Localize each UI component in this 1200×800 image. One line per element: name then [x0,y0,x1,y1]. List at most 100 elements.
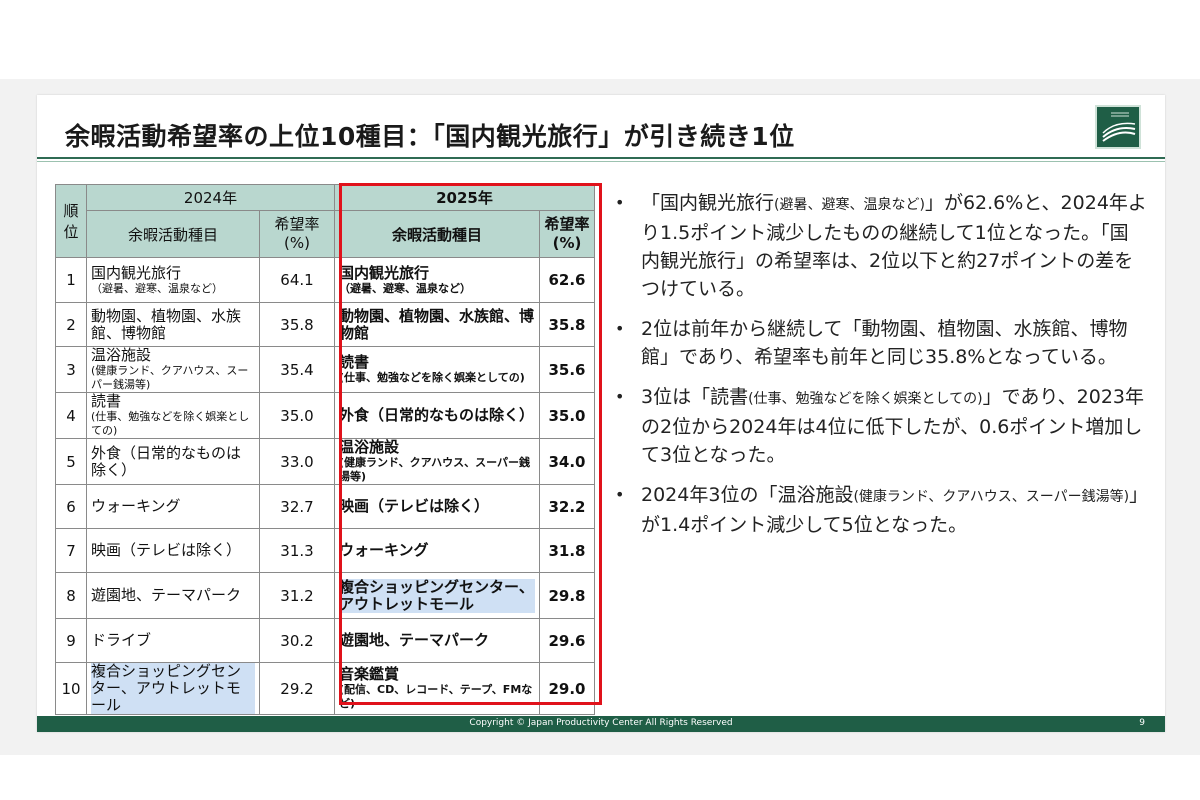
page-title: 余暇活動希望率の上位10種目：「国内観光旅行」が引き続き1位 [65,122,795,151]
activity-2024-label: ドライブ [91,631,152,649]
activity-2025-label: 動物園、植物園、水族館、博物館 [339,306,535,342]
activity-2025-note: (仕事、勉強などを除く娯楽としての) [339,371,525,384]
rank-cell: 1 [55,257,87,303]
bullet-text: 2024年3位の「温浴施設 [641,484,854,506]
activity-2025-note: (健康ランド、クアハウス、スーパー銭湯等) [339,456,531,483]
bullet-text: 2位は前年から継続して「動物園、植物園、水族館、博物館」であり、希望率も前年と同… [641,318,1128,368]
activity-2025-label: 温浴施設 [339,438,400,456]
jpc-logo-icon [1095,105,1141,149]
title-rule-thin [37,161,1165,162]
activity-2025-label: 読書 [339,353,370,371]
activity-2024-label: 遊園地、テーマパーク [91,586,242,604]
activity-2024-cell: ドライブ [86,618,260,663]
activity-2024-cell: 動物園、植物園、水族館、博物館 [86,302,260,347]
rate-2025-cell: 35.6 [539,346,595,393]
activity-2025-note: （避暑、避寒、温泉など） [339,281,471,295]
rate-2025-cell: 62.6 [539,257,595,303]
bullet-list: 「国内観光旅行(避暑、避寒、温泉など)」が62.6%と、2024年より1.5ポイ… [607,189,1147,551]
activity-2024-label: 読書 [91,392,122,410]
rank-cell: 8 [55,572,87,619]
activity-2024-note: (仕事、勉強などを除く娯楽としての) [91,410,250,437]
rate-2024-cell: 32.7 [259,484,335,529]
rank-cell: 2 [55,302,87,347]
rate-2025-cell: 34.0 [539,438,595,485]
rate-2024-cell: 31.2 [259,572,335,619]
ranking-table: 順 位 2024年 2025年 余暇活動種目 希望率 (%) 余暇活動種目 希望… [55,184,595,715]
activity-2025-cell: 映画（テレビは除く） [334,484,540,529]
page-number: 9 [1139,718,1145,728]
bullet-item: 2位は前年から継続して「動物園、植物園、水族館、博物館」であり、希望率も前年と同… [607,315,1147,371]
activity-2024-label: 複合ショッピングセンター、アウトレットモール [91,663,255,714]
rate-2025-cell: 31.8 [539,528,595,573]
rate-2024-cell: 29.2 [259,662,335,715]
table-row: 3 温浴施設 (健康ランド、クアハウス、スーパー銭湯等) 35.4 読書 (仕事、勉強など… [55,346,595,393]
activity-2025-cell: 遊園地、テーマパーク [334,618,540,663]
copyright-text: Copyright © Japan Productivity Center Al… [469,718,733,728]
activity-2024-cell: 遊園地、テーマパーク [86,572,260,619]
activity-2024-cell: 国内観光旅行 （避暑、避寒、温泉など） [86,257,260,303]
table-row: 6 ウォーキング 32.7 映画（テレビは除く） 32.2 [55,484,595,529]
table-row: 10 複合ショッピングセンター、アウトレットモール 29.2 音楽鑑賞 (配信、CD、レ… [55,662,595,715]
rate-2024-cell: 35.4 [259,346,335,393]
activity-2024-cell: 外食（日常的なものは除く） [86,438,260,485]
activity-2025-cell: 読書 (仕事、勉強などを除く娯楽としての) [334,346,540,393]
activity-2024-header: 余暇活動種目 [86,210,260,258]
rank-cell: 7 [55,528,87,573]
table-row: 4 読書 (仕事、勉強などを除く娯楽としての) 35.0 外食（日常的なものは除く） 35… [55,392,595,439]
rate-2024-header: 希望率 (%) [259,210,335,258]
activity-2025-label: 音楽鑑賞 [339,665,400,683]
rank-cell: 6 [55,484,87,529]
rank-cell: 5 [55,438,87,485]
bullet-note: (避暑、避寒、温泉など) [774,197,925,213]
activity-2024-label: 国内観光旅行 [91,263,182,282]
bullet-item: 3位は「読書(仕事、勉強などを除く娯楽としての)」であり、2023年の2位から2… [607,383,1147,469]
activity-2025-cell: 国内観光旅行 （避暑、避寒、温泉など） [334,257,540,303]
rank-header: 順 位 [55,184,87,258]
bullet-text: 「国内観光旅行 [641,192,775,214]
bullet-item: 「国内観光旅行(避暑、避寒、温泉など)」が62.6%と、2024年より1.5ポイ… [607,189,1147,303]
rate-2025-cell: 29.8 [539,572,595,619]
activity-2025-note: (配信、CD、レコード、テープ、FMなど) [339,683,533,710]
table-row: 7 映画（テレビは除く） 31.3 ウォーキング 31.8 [55,528,595,573]
activity-2024-label: 温浴施設 [91,346,152,364]
bullet-text: 3位は「読書 [641,386,749,408]
rank-cell: 10 [55,662,87,715]
activity-2024-label: 映画（テレビは除く） [91,541,242,559]
rate-2024-cell: 31.3 [259,528,335,573]
rate-2024-cell: 35.8 [259,302,335,347]
table-row: 5 外食（日常的なものは除く） 33.0 温浴施設 (健康ランド、クアハウス、スーパー銭… [55,438,595,485]
activity-2025-cell: 温浴施設 (健康ランド、クアハウス、スーパー銭湯等) [334,438,540,485]
activity-2024-note: （避暑、避寒、温泉など） [91,281,223,295]
table-row: 1 国内観光旅行 （避暑、避寒、温泉など） 64.1 国内観光旅行 （避暑、避寒、温泉など… [55,257,595,303]
activity-2025-cell: 複合ショッピングセンター、アウトレットモール [334,572,540,619]
activity-2025-label: ウォーキング [339,541,429,559]
activity-2025-label: 複合ショッピングセンター、アウトレットモール [339,577,535,613]
year-2024-header: 2024年 [86,184,335,211]
activity-2024-cell: ウォーキング [86,484,260,529]
rank-cell: 9 [55,618,87,663]
bullet-note: (健康ランド、クアハウス、スーパー銭湯等) [853,489,1130,505]
rate-2025-cell: 35.0 [539,392,595,439]
rate-2024-cell: 64.1 [259,257,335,303]
table-row: 8 遊園地、テーマパーク 31.2 複合ショッピングセンター、アウトレットモール 29.… [55,572,595,619]
rate-2025-cell: 32.2 [539,484,595,529]
title-rule [37,157,1165,159]
year-2025-header: 2025年 [334,184,595,211]
activity-2025-cell: 音楽鑑賞 (配信、CD、レコード、テープ、FMなど) [334,662,540,715]
activity-2024-label: 動物園、植物園、水族館、博物館 [91,306,242,342]
rate-2025-cell: 29.6 [539,618,595,663]
slide: 余暇活動希望率の上位10種目：「国内観光旅行」が引き続き1位 順 位 2024年… [37,95,1165,732]
activity-2025-cell: 動物園、植物園、水族館、博物館 [334,302,540,347]
activity-2024-label: ウォーキング [91,497,181,515]
table-row: 9 ドライブ 30.2 遊園地、テーマパーク 29.6 [55,618,595,663]
activity-2025-cell: 外食（日常的なものは除く） [334,392,540,439]
table-header-row: 順 位 2024年 2025年 [55,184,595,258]
activity-2024-note: (健康ランド、クアハウス、スーパー銭湯等) [91,364,249,391]
activity-2024-label: 外食（日常的なものは除く） [91,443,242,479]
activity-2025-label: 外食（日常的なものは除く） [339,406,535,424]
activity-2024-cell: 映画（テレビは除く） [86,528,260,573]
activity-2024-cell: 読書 (仕事、勉強などを除く娯楽としての) [86,392,260,439]
activity-2025-label: 遊園地、テーマパーク [339,631,490,649]
activity-2025-header: 余暇活動種目 [334,210,540,258]
activity-2024-cell: 複合ショッピングセンター、アウトレットモール [86,662,260,715]
